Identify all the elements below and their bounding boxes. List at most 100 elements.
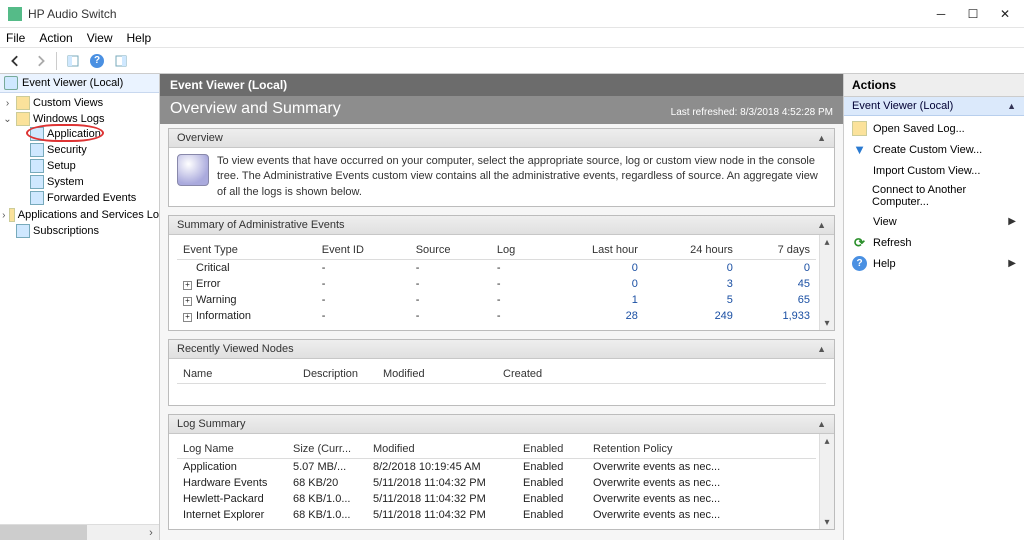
overview-panel-head[interactable]: Overview ▲ — [169, 129, 834, 148]
col-size[interactable]: Size (Curr... — [287, 440, 367, 459]
chevron-right-icon: ▶ — [1008, 216, 1016, 227]
overview-panel-title: Overview — [177, 132, 223, 144]
folder-icon — [16, 96, 30, 110]
tree-forwarded[interactable]: Forwarded Events — [16, 191, 159, 205]
log-summary-panel-head[interactable]: Log Summary ▲ — [169, 415, 834, 434]
table-row[interactable]: Internet Explorer68 KB/1.0...5/11/2018 1… — [177, 507, 816, 523]
nav-back-button[interactable] — [6, 51, 26, 71]
show-hide-tree-button[interactable] — [63, 51, 83, 71]
chevron-right-icon: ▶ — [1008, 258, 1016, 269]
col-last-hour[interactable]: Last hour — [544, 241, 644, 260]
minimize-button[interactable]: ─ — [934, 7, 948, 21]
toolbar-separator — [56, 52, 57, 70]
col-name[interactable]: Name — [177, 365, 297, 384]
col-event-id[interactable]: Event ID — [316, 241, 410, 260]
overview-bar: Overview and Summary Last refreshed: 8/3… — [160, 96, 843, 124]
help-button[interactable]: ? — [87, 51, 107, 71]
table-row[interactable]: +Error---0345 — [177, 276, 816, 292]
log-icon — [30, 175, 44, 189]
col-24-hours[interactable]: 24 hours — [644, 241, 739, 260]
menu-action[interactable]: Action — [39, 31, 72, 45]
menu-help[interactable]: Help — [127, 31, 152, 45]
col-log-name[interactable]: Log Name — [177, 440, 287, 459]
collapse-icon[interactable]: ▲ — [817, 419, 826, 429]
table-row[interactable]: Application5.07 MB/...8/2/2018 10:19:45 … — [177, 459, 816, 476]
scroll-right-icon[interactable]: › — [143, 525, 159, 541]
close-button[interactable]: ✕ — [998, 7, 1012, 21]
actions-pane: Actions Event Viewer (Local) ▲ Open Save… — [844, 74, 1024, 540]
col-retention[interactable]: Retention Policy — [587, 440, 816, 459]
tree-horizontal-scrollbar[interactable]: ‹ › — [0, 524, 159, 540]
log-icon — [30, 127, 44, 141]
tree-root-label: Event Viewer (Local) — [22, 77, 123, 89]
open-folder-icon — [852, 121, 867, 136]
table-row[interactable]: +Warning---1565 — [177, 292, 816, 308]
log-icon — [30, 159, 44, 173]
maximize-button[interactable]: ☐ — [966, 7, 980, 21]
center-title: Event Viewer (Local) — [160, 74, 843, 96]
overview-text: To view events that have occurred on you… — [217, 154, 826, 200]
log-icon — [30, 191, 44, 205]
scroll-up-icon[interactable]: ▴ — [824, 434, 829, 448]
col-modified[interactable]: Modified — [377, 365, 497, 384]
tree-system[interactable]: System — [16, 175, 159, 189]
collapse-icon[interactable]: ▲ — [817, 220, 826, 230]
tree-application[interactable]: Application — [16, 127, 159, 141]
col-description[interactable]: Description — [297, 365, 377, 384]
collapse-icon[interactable]: ▲ — [817, 133, 826, 143]
table-row[interactable]: Hewlett-Packard68 KB/1.0...5/11/2018 11:… — [177, 491, 816, 507]
summary-panel-head[interactable]: Summary of Administrative Events ▲ — [169, 216, 834, 235]
tree-security[interactable]: Security — [16, 143, 159, 157]
scrollbar-thumb[interactable] — [0, 525, 87, 540]
action-import-custom-view[interactable]: Import Custom View... — [844, 160, 1024, 181]
logsum-vertical-scrollbar[interactable]: ▴ ▾ — [819, 434, 834, 529]
tree-setup[interactable]: Setup — [16, 159, 159, 173]
menu-view[interactable]: View — [87, 31, 113, 45]
col-enabled[interactable]: Enabled — [517, 440, 587, 459]
action-view-submenu[interactable]: View ▶ — [844, 211, 1024, 232]
log-summary-panel-title: Log Summary — [177, 418, 245, 430]
refresh-icon: ⟳ — [852, 235, 867, 250]
summary-vertical-scrollbar[interactable]: ▴ ▾ — [819, 235, 834, 330]
expand-icon[interactable]: + — [183, 313, 192, 322]
menu-file[interactable]: File — [6, 31, 25, 45]
blank-icon — [852, 163, 867, 178]
tree-pane: Event Viewer (Local) ›Custom Views ⌄Wind… — [0, 74, 160, 540]
tree-apps-services[interactable]: ›Applications and Services Lo — [2, 208, 159, 222]
expand-icon[interactable]: + — [183, 281, 192, 290]
action-create-custom-view[interactable]: ▼ Create Custom View... — [844, 139, 1024, 160]
tree-root-selected[interactable]: Event Viewer (Local) — [0, 74, 159, 93]
recent-panel-head[interactable]: Recently Viewed Nodes ▲ — [169, 340, 834, 359]
tree-subscriptions[interactable]: Subscriptions — [2, 224, 159, 238]
expand-icon[interactable]: + — [183, 297, 192, 306]
scroll-down-icon[interactable]: ▾ — [824, 515, 829, 529]
table-row[interactable]: Hardware Events68 KB/205/11/2018 11:04:3… — [177, 475, 816, 491]
tree-custom-views[interactable]: ›Custom Views — [2, 96, 159, 110]
col-created[interactable]: Created — [497, 365, 826, 384]
col-source[interactable]: Source — [410, 241, 491, 260]
table-row[interactable]: +Information---282491,933 — [177, 308, 816, 324]
menu-bar: File Action View Help — [0, 28, 1024, 48]
table-row[interactable]: Critical---000 — [177, 260, 816, 277]
actions-scope[interactable]: Event Viewer (Local) ▲ — [844, 97, 1024, 116]
nav-forward-button[interactable] — [30, 51, 50, 71]
scroll-up-icon[interactable]: ▴ — [824, 235, 829, 249]
log-summary-table: Log Name Size (Curr... Modified Enabled … — [177, 440, 816, 523]
action-refresh[interactable]: ⟳ Refresh — [844, 232, 1024, 253]
last-refreshed-label: Last refreshed: 8/3/2018 4:52:28 PM — [671, 107, 833, 118]
toolbar: ? — [0, 48, 1024, 74]
action-connect-computer[interactable]: Connect to Another Computer... — [844, 181, 1024, 211]
col-7-days[interactable]: 7 days — [739, 241, 816, 260]
tree-windows-logs[interactable]: ⌄Windows Logs — [2, 112, 159, 126]
log-summary-panel: Log Summary ▲ Log Name Size (Curr... Mod… — [168, 414, 835, 530]
col-log[interactable]: Log — [491, 241, 544, 260]
collapse-icon[interactable]: ▲ — [817, 344, 826, 354]
help-icon: ? — [852, 256, 867, 271]
collapse-icon[interactable]: ▲ — [1007, 101, 1016, 111]
action-help[interactable]: ? Help ▶ — [844, 253, 1024, 274]
col-event-type[interactable]: Event Type — [177, 241, 316, 260]
action-open-saved-log[interactable]: Open Saved Log... — [844, 118, 1024, 139]
show-hide-action-button[interactable] — [111, 51, 131, 71]
scroll-down-icon[interactable]: ▾ — [824, 316, 829, 330]
col-modified[interactable]: Modified — [367, 440, 517, 459]
